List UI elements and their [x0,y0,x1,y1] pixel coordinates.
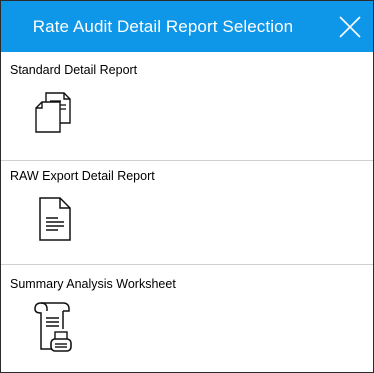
option-summary-analysis-worksheet[interactable]: Summary Analysis Worksheet [1,277,373,367]
dialog-header: Rate Audit Detail Report Selection [1,1,373,52]
divider [1,160,373,161]
report-selection-dialog: Rate Audit Detail Report Selection Stand… [0,0,374,373]
option-standard-detail-report[interactable]: Standard Detail Report [1,63,373,153]
divider [1,264,373,265]
option-label: Summary Analysis Worksheet [10,277,176,291]
option-label: Standard Detail Report [10,63,138,77]
documents-stack-icon [35,92,71,133]
option-raw-export-detail-report[interactable]: RAW Export Detail Report [1,169,373,259]
document-lines-icon [39,197,71,241]
close-icon [339,16,361,38]
dialog-title: Rate Audit Detail Report Selection [32,17,294,36]
option-label: RAW Export Detail Report [10,169,155,183]
scroll-document-icon [34,302,72,352]
close-button[interactable] [337,14,363,40]
